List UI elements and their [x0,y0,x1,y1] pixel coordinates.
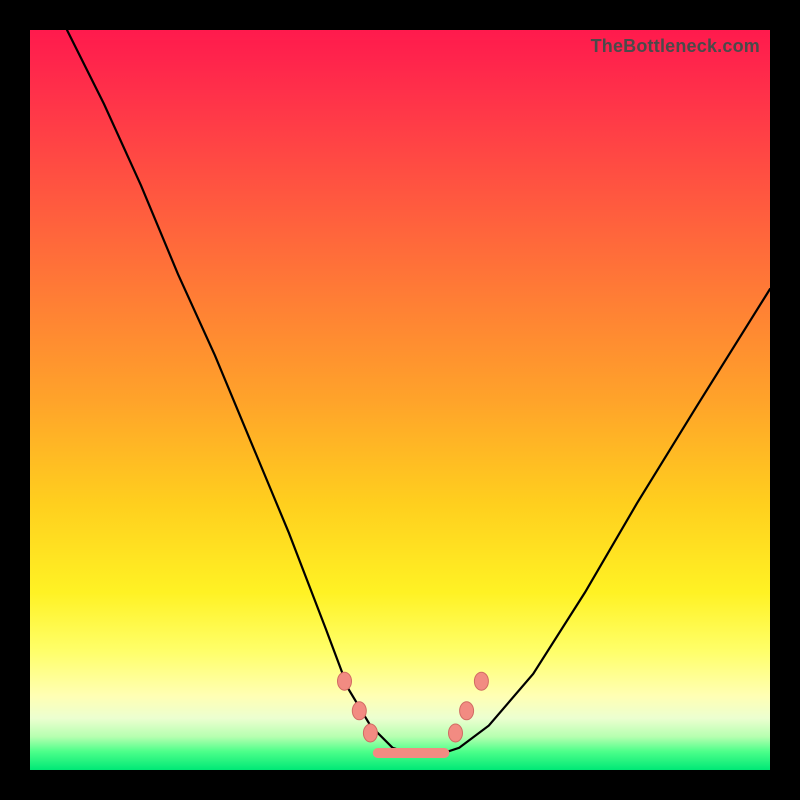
valley-marker [474,672,488,690]
chart-frame: TheBottleneck.com [0,0,800,800]
valley-markers [338,672,489,742]
valley-marker [352,702,366,720]
valley-marker [363,724,377,742]
valley-marker [449,724,463,742]
curve-layer [30,30,770,770]
valley-marker [460,702,474,720]
valley-marker [338,672,352,690]
bottleneck-curve [67,30,770,755]
plot-area: TheBottleneck.com [30,30,770,770]
